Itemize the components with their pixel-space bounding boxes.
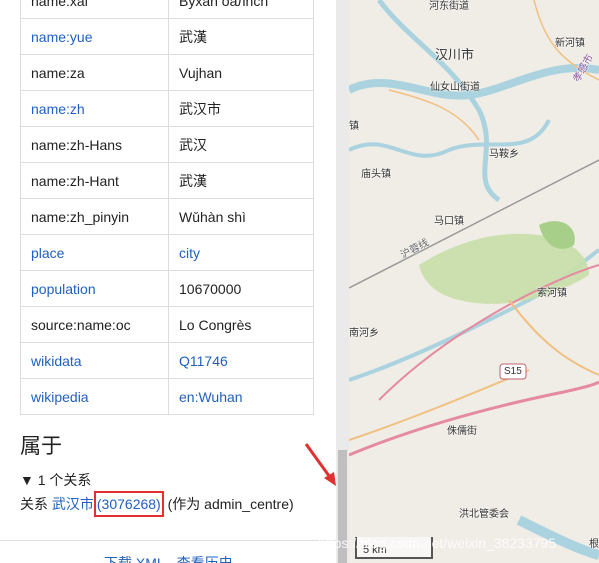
map-label: 根 xyxy=(589,539,599,550)
map-label: 镇 xyxy=(349,121,359,132)
annotation-arrow-icon xyxy=(304,443,336,486)
tag-row: name:zh_pinyin Wǔhàn shì xyxy=(20,198,314,235)
map-label: 洪北管委会 xyxy=(459,509,509,520)
tag-key: name:za xyxy=(20,54,169,91)
map-label: 索河镇 xyxy=(537,288,567,299)
tag-key[interactable]: place xyxy=(20,234,169,271)
map-view[interactable]: 河东街道 汉川市 新河镇 仙女山街道 孝感市 镇 马鞍乡 庙头镇 马口镇 沪蓉线… xyxy=(349,0,599,563)
tag-key: source:name:oc xyxy=(20,306,169,343)
tag-key: name:xal xyxy=(20,0,169,19)
footer-links[interactable]: 下载 XML · 查看历史 xyxy=(104,553,233,563)
tag-row: name:za Vujhan xyxy=(20,54,314,91)
tag-key[interactable]: name:yue xyxy=(20,18,169,55)
tag-key[interactable]: name:zh xyxy=(20,90,169,127)
map-label: 仙女山街道 xyxy=(430,82,480,93)
map-label: 汉川市 xyxy=(435,47,475,62)
tag-row: name:zh-Hant 武漢 xyxy=(20,162,314,199)
tag-row: source:name:oc Lo Congrès xyxy=(20,306,314,343)
watermark-text: https://blog.csdn.net/weixin_38233795 xyxy=(318,535,557,551)
map-label: 侏儒街 xyxy=(447,426,477,437)
membership-heading: 属于 xyxy=(20,435,62,458)
relation-id-link[interactable]: (3076268) xyxy=(93,491,164,517)
tag-value: 武漢 xyxy=(168,162,314,199)
sidebar-panel: name:xal Byxan oaлnch name:yue 武漢 name:za Vuj… xyxy=(0,0,336,563)
tag-row: name:zh-Hans 武汉 xyxy=(20,126,314,163)
tag-row: wikipedia en:Wuhan xyxy=(20,378,314,415)
tag-value[interactable]: city xyxy=(168,234,314,271)
relation-name-link[interactable]: 武汉市 xyxy=(52,496,94,512)
map-label: S15 xyxy=(504,366,522,377)
tag-value: 武漢 xyxy=(168,18,314,55)
tag-row: population 10670000 xyxy=(20,270,314,307)
relation-prefix: 关系 xyxy=(20,496,48,512)
tag-value: 武汉 xyxy=(168,126,314,163)
tag-key[interactable]: wikidata xyxy=(20,342,169,379)
map-label: 新河镇 xyxy=(555,38,585,49)
tag-value: Wǔhàn shì xyxy=(168,198,314,235)
relations-toggle[interactable]: ▼ 1 个关系 xyxy=(20,470,91,490)
tag-value: Byxan oaлnch xyxy=(168,0,314,19)
tag-key: name:zh-Hans xyxy=(20,126,169,163)
tag-value[interactable]: Q11746 xyxy=(168,342,314,379)
tag-key[interactable]: wikipedia xyxy=(20,378,169,415)
tag-value: Lo Congrès xyxy=(168,306,314,343)
divider xyxy=(0,540,336,541)
relation-item: 关系 武汉市 (3076268) (作为 admin_centre) xyxy=(20,491,294,517)
relation-role: (作为 admin_centre) xyxy=(167,496,294,512)
tags-table: name:xal Byxan oaлnch name:yue 武漢 name:za Vuj… xyxy=(20,0,314,415)
tag-value: Vujhan xyxy=(168,54,314,91)
map-label: 河东街道 xyxy=(429,1,469,12)
tag-value: 武汉市 xyxy=(168,90,314,127)
tag-row: name:zh 武汉市 xyxy=(20,90,314,127)
map-label: 马鞍乡 xyxy=(489,149,519,160)
map-label: 马口镇 xyxy=(434,216,464,227)
tag-row: wikidata Q11746 xyxy=(20,342,314,379)
map-label: 庙头镇 xyxy=(361,169,391,180)
tag-value[interactable]: en:Wuhan xyxy=(168,378,314,415)
tag-row: place city xyxy=(20,234,314,271)
tag-value: 10670000 xyxy=(168,270,314,307)
tag-row: name:yue 武漢 xyxy=(20,18,314,55)
tag-key: name:zh_pinyin xyxy=(20,198,169,235)
tag-key: name:zh-Hant xyxy=(20,162,169,199)
tag-key[interactable]: population xyxy=(20,270,169,307)
tag-row: name:xal Byxan oaлnch xyxy=(20,0,314,19)
map-label: 南河乡 xyxy=(349,328,379,339)
